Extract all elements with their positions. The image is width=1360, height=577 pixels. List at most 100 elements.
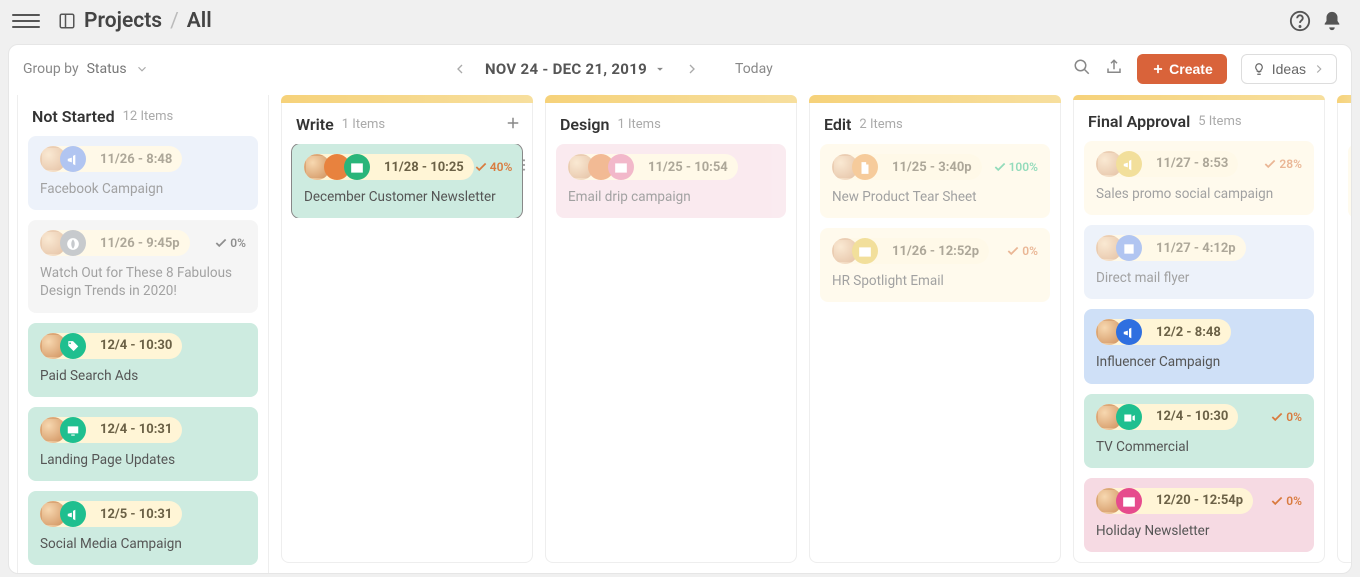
- breadcrumb-sep: /: [170, 9, 179, 33]
- card[interactable]: 11/27 - 8:53 28% Sales promo social camp…: [1084, 141, 1314, 215]
- check-icon: [993, 160, 1007, 174]
- check-icon: [1270, 410, 1284, 424]
- card[interactable]: 12/5 - 10:31 Social Media Campaign: [28, 491, 258, 565]
- menu-button[interactable]: [12, 7, 40, 35]
- date-range-selector[interactable]: NOV 24 - DEC 21, 2019: [485, 60, 667, 78]
- panel-icon: [58, 12, 76, 30]
- card-progress: 100%: [993, 160, 1038, 174]
- column-header: Not Started 12 Items: [18, 95, 268, 136]
- ideas-button[interactable]: Ideas: [1241, 54, 1337, 84]
- card[interactable]: 12/4 - 10:31 Landing Page Updates: [28, 407, 258, 481]
- globe-icon: [60, 230, 86, 256]
- card-date: 11/26 - 8:48: [100, 152, 172, 167]
- card-title: Direct mail flyer: [1096, 269, 1302, 287]
- card-title: December Customer Newsletter: [304, 188, 510, 206]
- card-title: Influencer Campaign: [1096, 353, 1302, 371]
- group-by-label: Group by: [23, 61, 79, 77]
- check-icon: [1270, 494, 1284, 508]
- card[interactable]: 11/26 - 8:48 Facebook Campaign: [28, 136, 258, 210]
- chevron-down-icon: [135, 62, 149, 76]
- card-title: Social Media Campaign: [40, 535, 246, 553]
- card[interactable]: 12/4 - 10:30 0% TV Commercial: [1084, 394, 1314, 468]
- column-count: 2 Items: [859, 117, 902, 132]
- card[interactable]: 12/20 - 12:54p 0% Holiday Newsletter: [1084, 478, 1314, 552]
- notifications-button[interactable]: [1316, 5, 1348, 37]
- check-icon: [474, 160, 488, 174]
- card-date: 12/2 - 8:48: [1156, 325, 1221, 340]
- column-write: Write 1 Items 11/28 - 10:25 40% December…: [281, 95, 533, 563]
- column-edit: Edit 2 Items 11/25 - 3:40p 100% New Prod…: [809, 95, 1061, 563]
- check-icon: [214, 236, 228, 250]
- card[interactable]: 11/26 - 12:52p 0% HR Spotlight Email: [820, 228, 1050, 302]
- check-icon: [1263, 157, 1277, 171]
- chevron-right-icon: [1312, 62, 1326, 76]
- file-icon: [852, 154, 878, 180]
- card[interactable]: 12/4 - 10:30 Paid Search Ads: [28, 323, 258, 397]
- card-pill: 12/4 - 10:31: [40, 417, 182, 443]
- card[interactable]: 11/27 - 4:12p Direct mail flyer: [1084, 225, 1314, 299]
- mail-icon: [344, 154, 370, 180]
- card-pill: 12/4 - 10:30: [40, 333, 182, 359]
- group-by-selector[interactable]: Group by Status: [23, 61, 149, 77]
- card-date: 11/28 - 10:25: [384, 160, 464, 175]
- column-accent: [1337, 95, 1351, 103]
- mail-icon: [608, 154, 634, 180]
- card-pill: 11/27 - 4:12p: [1096, 235, 1246, 261]
- breadcrumb-current[interactable]: All: [187, 9, 212, 33]
- card[interactable]: 11/26 - 9:45p 0% Watch Out for These 8 F…: [28, 220, 258, 312]
- breadcrumb-root[interactable]: Projects: [84, 9, 162, 33]
- bullhorn-icon: [1116, 319, 1142, 345]
- lightbulb-icon: [1252, 62, 1266, 76]
- card-title: Landing Page Updates: [40, 451, 246, 469]
- card[interactable]: 12/2 - 8:48 Influencer Campaign: [1084, 309, 1314, 383]
- card-title: Sales promo social campaign: [1096, 185, 1302, 203]
- column-header: Design 1 Items: [546, 103, 796, 144]
- video-icon: [1116, 404, 1142, 430]
- card[interactable]: 11/25 - 3:40p 100% New Product Tear Shee…: [820, 144, 1050, 218]
- search-button[interactable]: [1073, 58, 1091, 80]
- card[interactable]: 11/25 - 10:54 Email drip campaign: [556, 144, 786, 218]
- card-pill: 11/28 - 10:25: [304, 154, 474, 180]
- square-icon: [1116, 235, 1142, 261]
- mail-icon: [852, 238, 878, 264]
- ideas-label: Ideas: [1272, 61, 1306, 77]
- card[interactable]: H: [1348, 144, 1351, 218]
- card-date: 11/26 - 12:52p: [892, 244, 979, 259]
- date-range-label: NOV 24 - DEC 21, 2019: [485, 60, 647, 78]
- card-pill: 11/26 - 9:45p: [40, 230, 190, 256]
- card-title: HR Spotlight Email: [832, 272, 1038, 290]
- today-button[interactable]: Today: [735, 61, 773, 77]
- plus-icon: [1151, 62, 1165, 76]
- card-progress: 0%: [1270, 494, 1302, 508]
- card-pill: 11/25 - 3:40p: [832, 154, 982, 180]
- card-title: TV Commercial: [1096, 438, 1302, 456]
- card[interactable]: 11/28 - 10:25 40% December Customer News…: [292, 144, 522, 218]
- help-button[interactable]: [1284, 5, 1316, 37]
- add-card-button[interactable]: [504, 114, 522, 136]
- card-pill: 12/2 - 8:48: [1096, 319, 1231, 345]
- card-pill: 12/5 - 10:31: [40, 501, 182, 527]
- card-date: 12/4 - 10:31: [100, 422, 172, 437]
- column-pu: Pu H: [1337, 95, 1351, 563]
- column-accent: [545, 95, 797, 103]
- card-date: 11/26 - 9:45p: [100, 236, 180, 251]
- breadcrumb: Projects / All: [84, 9, 212, 33]
- column-final-approval: Final Approval 5 Items 11/27 - 8:53 28% …: [1073, 95, 1325, 563]
- mail-icon: [1116, 488, 1142, 514]
- group-by-value: Status: [87, 61, 127, 77]
- card-date: 12/4 - 10:30: [100, 338, 172, 353]
- card-date: 11/27 - 4:12p: [1156, 241, 1236, 256]
- share-button[interactable]: [1105, 58, 1123, 80]
- card-title: Holiday Newsletter: [1096, 522, 1302, 540]
- card-date: 11/25 - 10:54: [648, 160, 728, 175]
- card-menu-button[interactable]: [512, 157, 532, 177]
- column-header: Edit 2 Items: [810, 103, 1060, 144]
- create-button[interactable]: Create: [1137, 54, 1227, 84]
- card-title: New Product Tear Sheet: [832, 188, 1038, 206]
- prev-range-button[interactable]: [449, 58, 471, 80]
- column-header: Final Approval 5 Items: [1074, 100, 1324, 141]
- card-pill: 11/25 - 10:54: [568, 154, 738, 180]
- next-range-button[interactable]: [681, 58, 703, 80]
- card-pill: 11/26 - 12:52p: [832, 238, 989, 264]
- card-pill: 12/4 - 10:30: [1096, 404, 1238, 430]
